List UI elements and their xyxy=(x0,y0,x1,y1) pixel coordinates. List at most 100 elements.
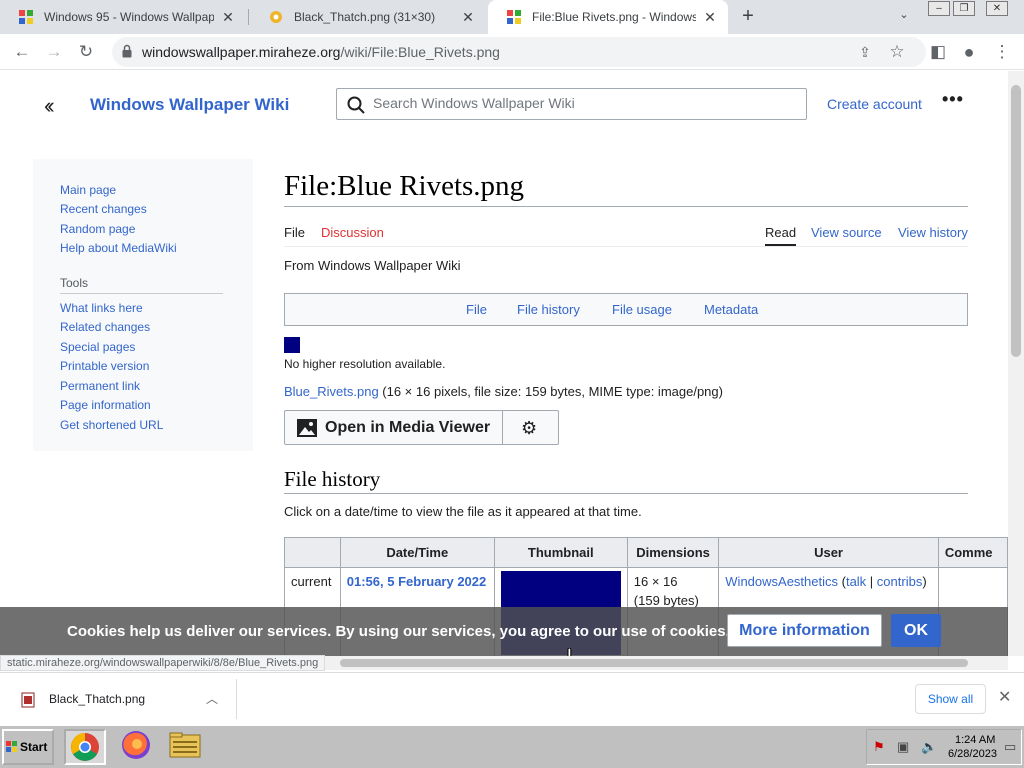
taskbar-firefox[interactable] xyxy=(116,729,158,765)
tab-read[interactable]: Read xyxy=(765,225,796,240)
clock-date[interactable]: 6/28/2023 xyxy=(948,748,997,760)
more-information-button[interactable]: More information xyxy=(727,614,882,647)
search-box[interactable] xyxy=(336,88,807,120)
sidebar-item-random-page[interactable]: Random page xyxy=(60,222,135,236)
security-alert-icon[interactable]: ⚑ xyxy=(873,739,885,755)
tab-file[interactable]: File xyxy=(284,225,305,240)
column-header-dimensions: Dimensions xyxy=(626,537,720,568)
firefox-icon xyxy=(122,731,150,759)
url-path: /wiki/File:Blue_Rivets.png xyxy=(340,44,500,60)
file-link[interactable]: Blue_Rivets.png xyxy=(284,384,379,399)
sidebar-item-permanent-link[interactable]: Permanent link xyxy=(60,379,140,393)
clock-time[interactable]: 1:24 AM xyxy=(955,734,995,746)
open-media-viewer-button[interactable]: Open in Media Viewer xyxy=(285,411,503,444)
divider xyxy=(284,206,968,207)
talk-link[interactable]: talk xyxy=(846,574,866,589)
page-viewport: ‹‹ Windows Wallpaper Wiki Create account… xyxy=(0,71,1008,656)
datetime-link[interactable]: 01:56, 5 February 2022 xyxy=(347,574,486,589)
subnav-file-usage[interactable]: File usage xyxy=(612,302,672,317)
taskbar: Start ⚑ ▣ 🔈 ▭ 1:24 AM 6/28/2023 xyxy=(0,725,1024,768)
column-header-comment: Comme xyxy=(937,537,1008,568)
address-bar[interactable]: windowswallpaper.miraheze.org/wiki/File:… xyxy=(112,37,926,67)
profile-icon[interactable]: ● xyxy=(957,40,981,64)
tools-heading: Tools xyxy=(60,276,89,290)
minimize-button[interactable]: – xyxy=(928,1,950,16)
divider xyxy=(236,679,237,719)
close-window-button[interactable]: ✕ xyxy=(986,1,1008,16)
file-image[interactable] xyxy=(284,337,300,353)
browser-tab-1[interactable]: Windows 95 - Windows Wallpaper W ✕ xyxy=(0,0,246,34)
tab-search-chevron-icon[interactable]: ⌄ xyxy=(896,8,912,24)
display-icon[interactable]: ▭ xyxy=(1004,739,1016,755)
miraheze-icon xyxy=(270,11,282,23)
show-all-button[interactable]: Show all xyxy=(915,684,986,714)
share-icon[interactable]: ⇪ xyxy=(853,40,877,64)
scrollbar-thumb[interactable] xyxy=(1011,85,1021,357)
media-viewer-button-group: Open in Media Viewer ⚙ xyxy=(284,410,559,445)
sidebar-item-shortened-url[interactable]: Get shortened URL xyxy=(60,418,163,432)
create-account-link[interactable]: Create account xyxy=(827,96,922,112)
sidebar-item-what-links-here[interactable]: What links here xyxy=(60,301,143,315)
active-tab-underline xyxy=(765,244,796,246)
close-tab-icon[interactable]: ✕ xyxy=(460,9,476,26)
close-tab-icon[interactable]: ✕ xyxy=(702,9,718,26)
tab-view-history[interactable]: View history xyxy=(898,225,968,240)
restore-button[interactable]: ❐ xyxy=(953,1,975,16)
sidebar: Main page Recent changes Random page Hel… xyxy=(33,159,253,451)
subnav-file[interactable]: File xyxy=(466,302,487,317)
column-header-user: User xyxy=(718,537,939,568)
vertical-scrollbar[interactable] xyxy=(1008,71,1024,656)
image-file-icon xyxy=(21,692,35,708)
sidebar-item-page-information[interactable]: Page information xyxy=(60,398,151,412)
subnav-file-history[interactable]: File history xyxy=(517,302,580,317)
scrollbar-thumb[interactable] xyxy=(340,659,968,667)
sidebar-item-help[interactable]: Help about MediaWiki xyxy=(60,241,177,255)
tab-divider xyxy=(248,9,249,25)
sidebar-item-printable-version[interactable]: Printable version xyxy=(60,359,149,373)
download-filename[interactable]: Black_Thatch.png xyxy=(49,692,145,706)
volume-muted-icon[interactable]: 🔈 xyxy=(921,739,937,755)
taskbar-chrome[interactable] xyxy=(64,729,106,765)
chevron-up-icon[interactable]: ︿ xyxy=(206,690,218,707)
cookie-banner: Cookies help us deliver our services. By… xyxy=(0,607,1008,656)
browser-window: Windows 95 - Windows Wallpaper W ✕ Black… xyxy=(0,0,1024,768)
network-icon[interactable]: ▣ xyxy=(897,739,909,755)
url-text: windowswallpaper.miraheze.org/wiki/File:… xyxy=(142,44,500,60)
forward-icon[interactable]: → xyxy=(42,40,66,64)
user-link[interactable]: WindowsAesthetics xyxy=(725,574,838,589)
close-tab-icon[interactable]: ✕ xyxy=(220,9,236,26)
column-header xyxy=(284,537,341,568)
sidebar-item-related-changes[interactable]: Related changes xyxy=(60,320,150,334)
browser-tab-2[interactable]: Black_Thatch.png (31×30) ✕ xyxy=(250,0,486,34)
site-name[interactable]: Windows Wallpaper Wiki xyxy=(90,95,289,115)
back-icon[interactable]: ← xyxy=(10,40,34,64)
start-label: Start xyxy=(20,740,48,754)
taskbar-file-explorer[interactable] xyxy=(166,729,208,765)
ok-button[interactable]: OK xyxy=(891,614,941,647)
gear-icon[interactable]: ⚙ xyxy=(521,418,537,439)
reload-icon[interactable]: ↻ xyxy=(74,40,98,64)
browser-toolbar: ← → ↻ windowswallpaper.miraheze.org/wiki… xyxy=(0,34,1024,70)
start-button[interactable]: Start xyxy=(2,729,54,765)
search-input[interactable] xyxy=(373,95,793,111)
tab-title: File:Blue Rivets.png - Windows Wall xyxy=(532,10,696,24)
contribs-link[interactable]: contribs xyxy=(877,574,923,589)
bookmark-star-icon[interactable]: ☆ xyxy=(885,40,909,64)
windows-logo-icon xyxy=(6,741,17,752)
subnav-metadata[interactable]: Metadata xyxy=(704,302,758,317)
search-icon xyxy=(347,96,365,114)
new-tab-button[interactable]: + xyxy=(738,6,758,28)
side-panel-icon[interactable]: ◧ xyxy=(926,40,950,64)
file-history-hint: Click on a date/time to view the file as… xyxy=(284,504,642,519)
browser-menu-icon[interactable]: ⋮ xyxy=(990,40,1014,64)
close-icon[interactable]: ✕ xyxy=(998,687,1011,707)
more-options-icon[interactable]: ••• xyxy=(942,89,964,110)
sidebar-item-recent-changes[interactable]: Recent changes xyxy=(60,202,147,216)
browser-tab-3-active[interactable]: File:Blue Rivets.png - Windows Wall ✕ xyxy=(488,0,728,34)
tab-view-source[interactable]: View source xyxy=(811,225,882,240)
collapse-sidebar-icon[interactable]: ‹‹ xyxy=(44,93,54,119)
site-sub: From Windows Wallpaper Wiki xyxy=(284,258,461,273)
tab-discussion[interactable]: Discussion xyxy=(321,225,384,240)
sidebar-item-special-pages[interactable]: Special pages xyxy=(60,340,135,354)
sidebar-item-main-page[interactable]: Main page xyxy=(60,183,116,197)
